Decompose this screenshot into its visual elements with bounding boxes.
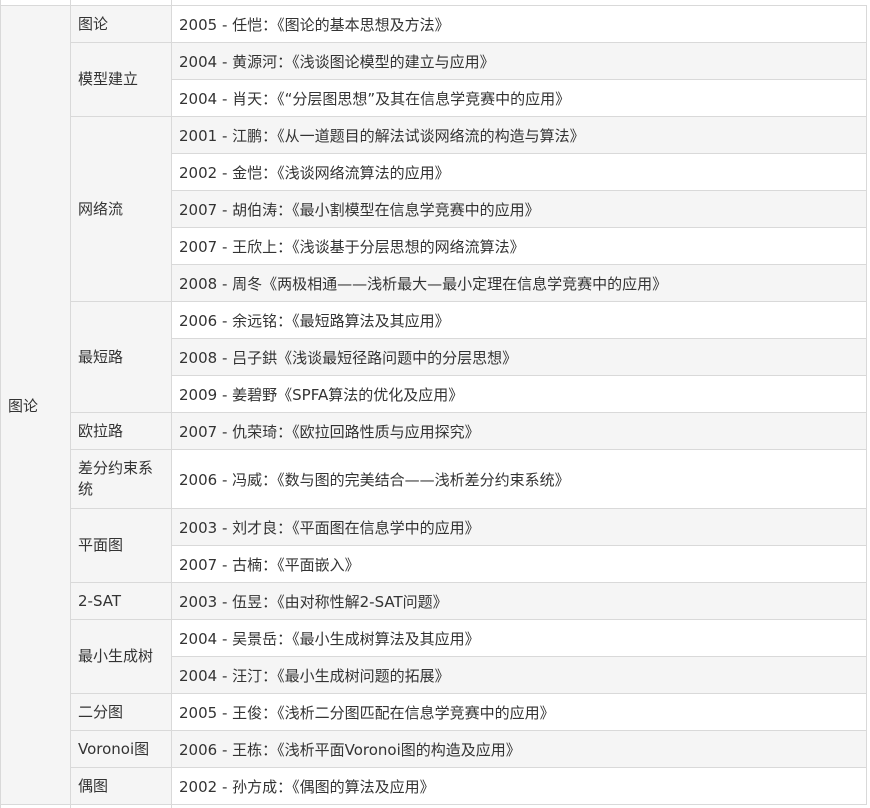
table-row: 模型建立 2004 - 黄源河：《浅谈图论模型的建立与应用》 bbox=[1, 42, 867, 117]
paper-cell: 2004 - 黄源河：《浅谈图论模型的建立与应用》 bbox=[171, 42, 867, 80]
paper-cell: 2004 - 吴景岳：《最小生成树算法及其应用》 bbox=[171, 619, 867, 657]
paper-cell: 2007 - 胡伯涛：《最小割模型在信息学竞赛中的应用》 bbox=[171, 190, 867, 228]
table-row: 平面图 2003 - 刘才良：《平面图在信息学中的应用》 bbox=[1, 508, 867, 583]
table-row: 图论 图论 2005 - 任恺：《图论的基本思想及方法》 bbox=[0, 5, 867, 805]
paper-cell: 2004 - 汪汀：《最小生成树问题的拓展》 bbox=[171, 656, 867, 694]
paper-cell: 2007 - 古楠：《平面嵌入》 bbox=[171, 545, 867, 583]
subcategory-cell: 二分图 bbox=[70, 693, 172, 731]
table-row: 网络流 2001 - 江鹏：《从一道题目的解法试谈网络流的构造与算法》 bbox=[1, 116, 867, 302]
subcategory-cell: 欧拉路 bbox=[70, 412, 172, 450]
paper-cell: 2006 - 王栋：《浅析平面Voronoi图的构造及应用》 bbox=[171, 730, 867, 768]
paper-cell: 2006 - 冯威：《数与图的完美结合——浅析差分约束系统》 bbox=[171, 449, 867, 509]
paper-cell: 2005 - 任恺：《图论的基本思想及方法》 bbox=[171, 5, 867, 43]
table-row: 差分约束系统 2006 - 冯威：《数与图的完美结合——浅析差分约束系统》 bbox=[1, 449, 867, 509]
paper-table: 图论 图论 2005 - 任恺：《图论的基本思想及方法》 模型建立 2004 - 黄源河… bbox=[0, 5, 867, 805]
paper-cell: 2007 - 王欣上：《浅谈基于分层思想的网络流算法》 bbox=[171, 227, 867, 265]
paper-cell: 2007 - 仇荣琦：《欧拉回路性质与应用探究》 bbox=[171, 412, 867, 450]
table-row: Voronoi图 2006 - 王栋：《浅析平面Voronoi图的构造及应用》 bbox=[1, 730, 867, 768]
paper-cell: 2009 - 姜碧野《SPFA算法的优化及应用》 bbox=[171, 375, 867, 413]
paper-cell: 2002 - 孙方成：《偶图的算法及应用》 bbox=[171, 767, 867, 805]
paper-cell: 2008 - 周冬《两极相通——浅析最大—最小定理在信息学竞赛中的应用》 bbox=[171, 264, 867, 302]
paper-cell: 2008 - 吕子鉷《浅谈最短径路问题中的分层思想》 bbox=[171, 338, 867, 376]
paper-cell: 2003 - 刘才良：《平面图在信息学中的应用》 bbox=[171, 508, 867, 546]
paper-table-body: 图论 图论 2005 - 任恺：《图论的基本思想及方法》 模型建立 2004 - 黄源河… bbox=[0, 5, 867, 805]
subcategory-cell: 差分约束系统 bbox=[70, 449, 172, 509]
paper-cell: 2005 - 王俊：《浅析二分图匹配在信息学竞赛中的应用》 bbox=[171, 693, 867, 731]
subcategory-cell: 图论 bbox=[70, 5, 172, 43]
subcategory-cell: 2-SAT bbox=[70, 582, 172, 620]
table-row: 二分图 2005 - 王俊：《浅析二分图匹配在信息学竞赛中的应用》 bbox=[1, 693, 867, 731]
table-row: 最短路 2006 - 余远铭：《最短路算法及其应用》 bbox=[1, 301, 867, 413]
subcategory-cell: 平面图 bbox=[70, 508, 172, 583]
subcategory-cell: Voronoi图 bbox=[70, 730, 172, 768]
paper-cell: 2006 - 余远铭：《最短路算法及其应用》 bbox=[171, 301, 867, 339]
table-row: 偶图 2002 - 孙方成：《偶图的算法及应用》 bbox=[1, 767, 867, 805]
table-row: 2-SAT 2003 - 伍昱：《由对称性解2-SAT问题》 bbox=[1, 582, 867, 620]
subcategory-cell: 最小生成树 bbox=[70, 619, 172, 694]
table-row: 欧拉路 2007 - 仇荣琦：《欧拉回路性质与应用探究》 bbox=[1, 412, 867, 450]
subcategory-cell: 网络流 bbox=[70, 116, 172, 302]
subcategory-cell: 最短路 bbox=[70, 301, 172, 413]
category-cell: 图论 bbox=[0, 5, 71, 805]
table-row: 最小生成树 2004 - 吴景岳：《最小生成树算法及其应用》 bbox=[1, 619, 867, 694]
paper-cell: 2004 - 肖天：《“分层图思想”及其在信息学竞赛中的应用》 bbox=[171, 79, 867, 117]
subcategory-cell: 模型建立 bbox=[70, 42, 172, 117]
subcategory-cell: 偶图 bbox=[70, 767, 172, 805]
table-bottom-edge bbox=[0, 803, 867, 808]
paper-cell: 2003 - 伍昱：《由对称性解2-SAT问题》 bbox=[171, 582, 867, 620]
paper-cell: 2001 - 江鹏：《从一道题目的解法试谈网络流的构造与算法》 bbox=[171, 116, 867, 154]
paper-cell: 2002 - 金恺：《浅谈网络流算法的应用》 bbox=[171, 153, 867, 191]
